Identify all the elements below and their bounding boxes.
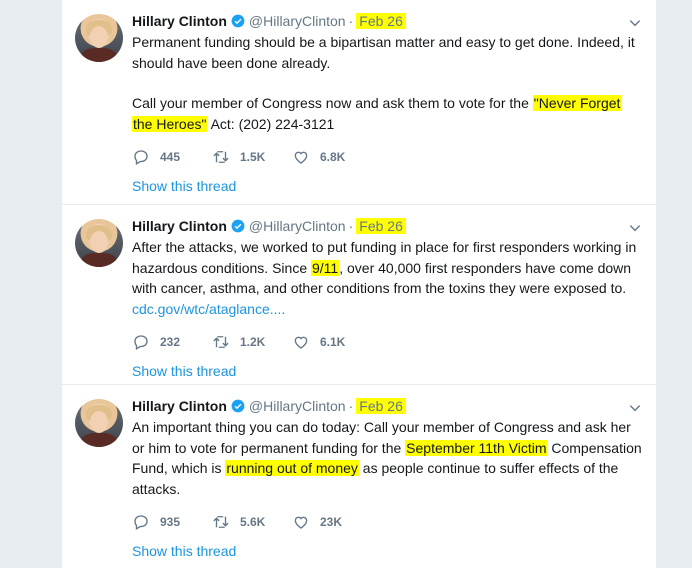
like-count: 6.8K [320,150,346,164]
reply-icon [134,515,148,530]
tweet-header: Hillary Clinton @HillaryClinton · Feb 26 [132,10,644,32]
reply-count: 445 [160,150,181,164]
tweet-text: Permanent funding should be a bipartisan… [132,32,644,134]
tweet[interactable]: Hillary Clinton @HillaryClinton · Feb 26… [62,385,656,568]
tweet-header: Hillary Clinton @HillaryClinton · Feb 26 [132,395,644,417]
like-button[interactable]: 6.1K [292,333,372,351]
tweet-header: Hillary Clinton @HillaryClinton · Feb 26 [132,215,644,237]
tweet-paragraph: Permanent funding should be a bipartisan… [132,34,635,71]
retweet-icon [213,516,229,528]
retweet-button[interactable]: 5.6K [212,513,292,531]
highlighted-text: September 11th Victim [405,439,548,456]
author-handle[interactable]: @HillaryClinton [249,398,346,414]
show-thread-link[interactable]: Show this thread [132,363,644,379]
highlighted-text: "Never Forget [532,95,622,111]
chevron-down-icon[interactable] [628,16,642,30]
tweet[interactable]: Hillary Clinton @HillaryClinton · Feb 26… [62,205,656,385]
tweet-link[interactable]: cdc.gov/wtc/ataglance.... [132,301,285,317]
tweet-date[interactable]: Feb 26 [356,218,406,234]
separator-dot: · [348,398,354,414]
heart-icon [294,516,308,529]
timeline: Hillary Clinton @HillaryClinton · Feb 26… [62,0,656,568]
reply-button[interactable]: 445 [132,148,212,166]
heart-icon [294,336,308,349]
tweet-text: An important thing you can do today: Cal… [132,419,642,497]
highlighted-text: the Heroes" [132,115,208,132]
author-name[interactable]: Hillary Clinton [132,13,227,29]
show-thread-link[interactable]: Show this thread [132,543,644,559]
author-name[interactable]: Hillary Clinton [132,218,227,234]
author-name[interactable]: Hillary Clinton [132,398,227,414]
retweet-count: 1.5K [240,150,266,164]
reply-button[interactable]: 935 [132,513,212,531]
highlighted-text: 9/11 [311,259,340,276]
highlighted-text: running out of money [225,460,359,476]
tweet-actions: 445 1.5K 6.8K [132,146,644,168]
tweet-actions: 232 1.2K 6.1K [132,331,644,353]
tweet-date[interactable]: Feb 26 [356,398,406,414]
tweet-date[interactable]: Feb 26 [356,13,406,29]
retweet-button[interactable]: 1.5K [212,148,292,166]
chevron-down-icon[interactable] [628,401,642,415]
reply-icon [134,335,148,350]
avatar[interactable] [75,14,123,62]
verified-badge-icon [231,219,245,233]
reply-count: 232 [160,335,181,349]
like-count: 23K [320,515,343,529]
retweet-icon [213,151,229,163]
retweet-count: 1.2K [240,335,266,349]
tweet-text: After the attacks, we worked to put fund… [132,239,637,317]
retweet-icon [213,336,229,348]
author-handle[interactable]: @HillaryClinton [249,13,346,29]
verified-badge-icon [231,399,245,413]
separator-dot: · [348,13,354,29]
author-handle[interactable]: @HillaryClinton [249,218,346,234]
show-thread-link[interactable]: Show this thread [132,178,644,194]
like-button[interactable]: 6.8K [292,148,372,166]
retweet-count: 5.6K [240,515,266,529]
reply-count: 935 [160,515,181,529]
tweet[interactable]: Hillary Clinton @HillaryClinton · Feb 26… [62,0,656,205]
retweet-button[interactable]: 1.2K [212,333,292,351]
like-button[interactable]: 23K [292,513,372,531]
separator-dot: · [348,218,354,234]
tweet-actions: 935 5.6K 23K [132,511,644,533]
reply-button[interactable]: 232 [132,333,212,351]
chevron-down-icon[interactable] [628,221,642,235]
tweet-paragraph: Call your member of Congress now and ask… [132,95,622,132]
reply-icon [134,150,148,165]
heart-icon [294,151,308,164]
avatar[interactable] [75,219,123,267]
verified-badge-icon [231,14,245,28]
avatar[interactable] [75,399,123,447]
like-count: 6.1K [320,335,346,349]
